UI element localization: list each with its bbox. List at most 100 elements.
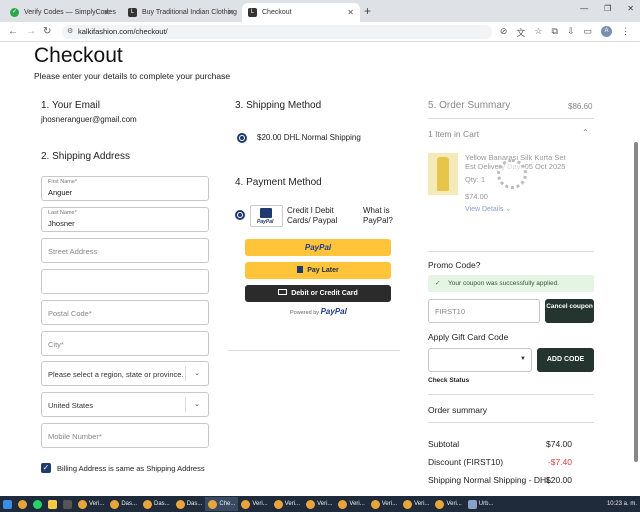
payment-option-label: Credit I Debit Cards/ Paypal (287, 206, 338, 225)
last-name-label: Last Name* (48, 210, 77, 216)
billing-same-checkbox[interactable]: ✓ (41, 463, 51, 473)
powered-by-paypal: Powered by PayPal (290, 307, 347, 316)
eye-off-icon[interactable]: ⊘ (500, 26, 508, 39)
page-scrollbar[interactable] (634, 142, 638, 462)
taskbar-window[interactable]: Das... (140, 497, 173, 511)
postal-placeholder: Postal Code* (48, 309, 92, 318)
chevron-down-icon: ⌄ (194, 401, 200, 408)
taskbar-label: Veri... (349, 501, 365, 507)
discount-value: -$7.40 (547, 457, 572, 467)
tab-buy-clothing[interactable]: L Buy Traditional Indian Clothing ✕ (122, 3, 240, 22)
address-bar: ← → ↻ ⚙ kalkifashion.com/checkout/ ⊘ 文 ☆… (0, 22, 640, 42)
kalki-icon: L (248, 8, 257, 17)
taskbar-window[interactable]: Veri... (368, 497, 400, 511)
taskbar-pinned[interactable] (60, 497, 75, 511)
credit-card-icon (278, 289, 288, 295)
taskbar-window[interactable]: Veri... (400, 497, 432, 511)
gift-card-select[interactable]: ▼ (428, 348, 532, 372)
profile-avatar[interactable]: A (601, 26, 612, 37)
tab-checkout[interactable]: L Checkout ✕ (242, 3, 360, 22)
taskbar-window[interactable]: Das... (173, 497, 206, 511)
card-button-label: Debit or Credit Card (291, 290, 358, 297)
paypal-logo-text: PayPal (257, 219, 274, 225)
check-status-link[interactable]: Check Status (428, 377, 469, 384)
close-window-icon[interactable]: ✕ (627, 4, 634, 13)
paypal-button[interactable]: PayPal (245, 239, 391, 256)
view-details-link[interactable]: View Details ⌄ (465, 205, 511, 213)
order-summary-heading: 5. Order Summary (428, 100, 511, 111)
what-is-paypal-link[interactable]: What is PayPal? (363, 206, 395, 226)
url-field[interactable]: ⚙ kalkifashion.com/checkout/ (62, 25, 492, 39)
sidebar-icon[interactable]: ▭ (583, 26, 592, 39)
chrome-icon (306, 499, 316, 509)
taskbar-pinned[interactable] (30, 497, 45, 511)
qty-label: Qty: (465, 175, 479, 184)
url-text: kalkifashion.com/checkout/ (78, 27, 168, 36)
downloads-icon[interactable]: ⇩ (567, 26, 575, 39)
close-icon[interactable]: ✕ (103, 8, 110, 17)
extensions-icon[interactable]: ⧉ (552, 26, 558, 39)
powered-by-text: Powered by (290, 310, 320, 316)
pay-later-button[interactable]: Pay Later (245, 262, 391, 279)
taskbar-window[interactable]: Veri... (303, 497, 335, 511)
close-icon[interactable]: ✕ (227, 8, 234, 17)
postal-code-field[interactable]: Postal Code* (41, 300, 209, 325)
country-value: United States (48, 401, 94, 410)
product-image[interactable] (428, 153, 458, 195)
taskbar-window[interactable]: Veri... (75, 497, 107, 511)
taskbar-window[interactable]: Urb... (465, 497, 497, 511)
taskbar-label: Veri... (317, 501, 333, 507)
tab-verify-codes[interactable]: ✓ Verify Codes — SimplyCodes ✕ (4, 3, 116, 22)
start-button[interactable] (0, 497, 15, 511)
menu-icon[interactable]: ⋮ (621, 26, 630, 39)
city-field[interactable]: City* (41, 331, 209, 356)
system-clock[interactable]: 10:23 a. m. (604, 497, 640, 511)
qty-value: 1 (480, 175, 486, 184)
chevron-up-icon[interactable]: ⌃ (582, 128, 589, 137)
reload-icon[interactable]: ↻ (43, 26, 51, 37)
shipping-option-radio[interactable] (237, 133, 247, 143)
mobile-number-field[interactable]: Mobile Number* (41, 423, 209, 448)
country-select[interactable]: United States ⌄ (41, 392, 209, 417)
region-select[interactable]: Please select a region, state or provinc… (41, 361, 209, 386)
cancel-coupon-button[interactable]: Cancel coupon (545, 299, 594, 323)
folder-icon (48, 499, 57, 509)
taskbar-window[interactable]: Veri... (335, 497, 367, 511)
minimize-icon[interactable]: — (580, 4, 588, 13)
first-name-field[interactable]: First Name* Anguer (41, 176, 209, 201)
simplycodes-icon: ✓ (10, 8, 19, 17)
taskbar-pinned[interactable] (45, 497, 60, 511)
app-icon (63, 499, 72, 509)
debit-credit-card-button[interactable]: Debit or Credit Card (245, 285, 391, 302)
payment-option-radio[interactable] (235, 210, 245, 220)
site-info-icon[interactable]: ⚙ (67, 25, 73, 39)
kalki-icon: L (128, 8, 137, 17)
taskbar-window[interactable]: Veri... (238, 497, 270, 511)
close-icon[interactable]: ✕ (347, 8, 354, 17)
restore-icon[interactable]: ❐ (604, 4, 611, 13)
items-in-cart[interactable]: 1 Item in Cart (428, 129, 479, 139)
add-code-button[interactable]: ADD CODE (537, 348, 594, 372)
browser-tab-bar: ✓ Verify Codes — SimplyCodes ✕ L Buy Tra… (0, 0, 640, 22)
last-name-field[interactable]: Last Name* Jhosner (41, 207, 209, 232)
street-address-line2-field[interactable] (41, 269, 209, 294)
discount-label: Discount (FIRST10) (428, 457, 504, 467)
back-icon[interactable]: ← (8, 26, 18, 37)
taskbar-window[interactable]: Veri... (432, 497, 464, 511)
taskbar-label: Veri... (446, 501, 462, 507)
promo-code-input[interactable]: FIRST10 (428, 299, 540, 323)
email-value: jhosneranguer@gmail.com (41, 115, 137, 124)
translate-icon[interactable]: 文 (516, 26, 525, 39)
taskbar-window[interactable]: Veri... (271, 497, 303, 511)
street-address-field[interactable]: Street Address (41, 238, 209, 263)
forward-icon[interactable]: → (26, 26, 36, 37)
billing-same-label: Billing Address is same as Shipping Addr… (57, 464, 205, 473)
taskbar-pinned[interactable] (15, 497, 30, 511)
taskbar-window-active[interactable]: Che... (205, 497, 239, 511)
taskbar-label: Veri... (252, 501, 268, 507)
taskbar-label: Veri... (284, 501, 301, 507)
bookmark-star-icon[interactable]: ☆ (534, 26, 542, 39)
new-tab-icon[interactable]: + (364, 4, 371, 18)
taskbar-window[interactable]: Das... (107, 497, 140, 511)
taskbar-label: Veri... (414, 501, 430, 507)
